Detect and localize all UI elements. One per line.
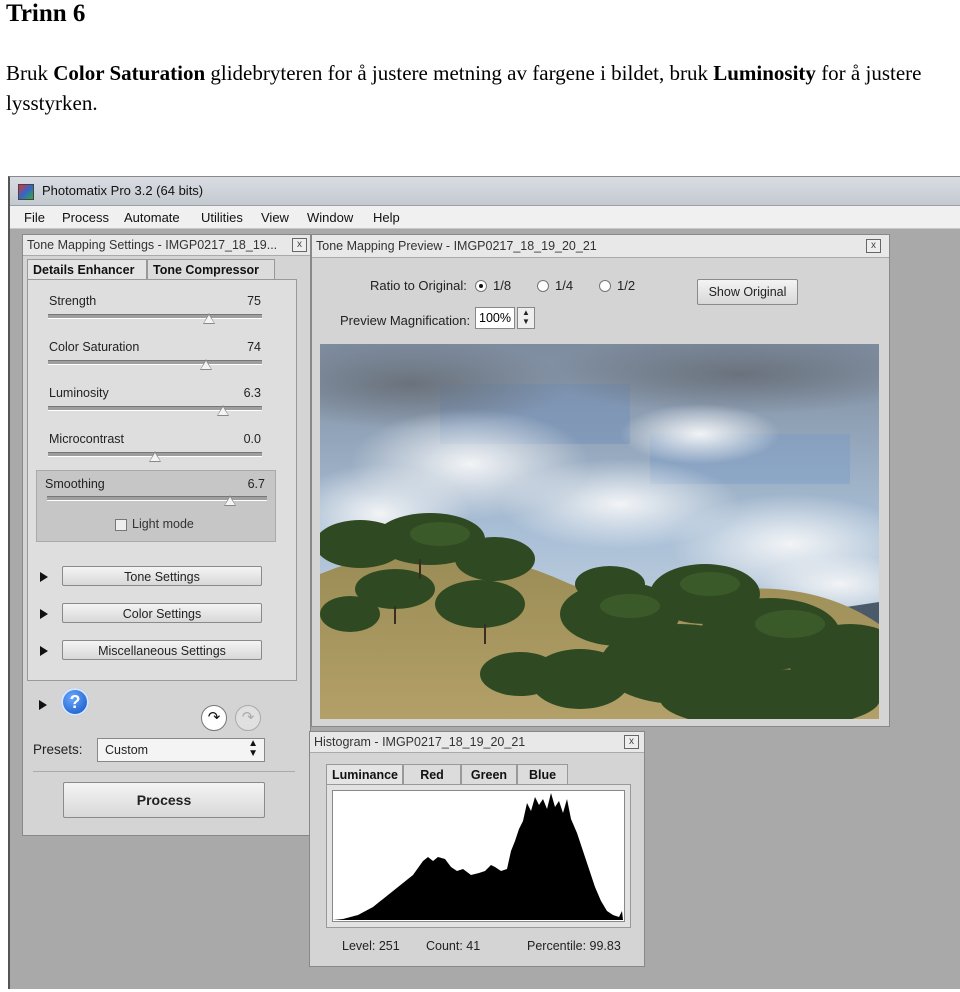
tab-luminance[interactable]: Luminance xyxy=(326,764,403,784)
expand-advanced-arrow-icon[interactable] xyxy=(39,700,47,710)
photomatix-window: Photomatix Pro 3.2 (64 bits) File Proces… xyxy=(8,176,960,989)
luminance-histogram xyxy=(332,790,625,922)
smoothing-value: 6.7 xyxy=(247,477,265,491)
presets-label: Presets: xyxy=(33,742,83,757)
menu-automate[interactable]: Automate xyxy=(124,210,180,225)
histogram-graph xyxy=(333,793,623,920)
smoothing-group: Smoothing 6.7 Light mode xyxy=(36,470,276,542)
smoothing-label: Smoothing xyxy=(45,477,105,491)
luminosity-value: 6.3 xyxy=(243,386,261,400)
undo-icon[interactable]: ↷ xyxy=(201,705,227,731)
details-enhancer-body: Strength 75 Color Saturation 74 Luminosi… xyxy=(27,279,297,681)
menu-process[interactable]: Process xyxy=(62,210,109,225)
strength-slider-thumb[interactable] xyxy=(202,313,215,324)
histogram-close-icon[interactable]: x xyxy=(624,735,639,749)
strength-label: Strength xyxy=(49,294,97,308)
histogram-panel: Histogram - IMGP0217_18_19_20_21 x Lumin… xyxy=(309,731,645,967)
smoothing-slider-thumb[interactable] xyxy=(223,495,236,506)
tab-tone-compressor[interactable]: Tone Compressor xyxy=(147,259,275,279)
redo-icon[interactable]: ↷ xyxy=(235,705,261,731)
histogram-count-readout: Count: 41 xyxy=(426,939,481,953)
magnification-value: 100% xyxy=(479,311,511,325)
color-saturation-value: 74 xyxy=(247,340,261,354)
expand-misc-settings-arrow-icon[interactable] xyxy=(40,646,48,656)
light-mode-label: Light mode xyxy=(132,517,194,531)
help-question-icon[interactable]: ? xyxy=(61,688,89,716)
preview-panel-title: Tone Mapping Preview - IMGP0217_18_19_20… xyxy=(316,239,597,253)
tab-green[interactable]: Green xyxy=(461,764,517,784)
preview-panel-titlebar[interactable]: Tone Mapping Preview - IMGP0217_18_19_20… xyxy=(312,235,889,258)
tone-mapped-preview-image xyxy=(320,344,879,719)
window-titlebar[interactable]: Photomatix Pro 3.2 (64 bits) xyxy=(10,177,960,206)
menu-file[interactable]: File xyxy=(24,210,45,225)
show-original-button[interactable]: Show Original xyxy=(697,279,798,305)
color-saturation-slider-track[interactable] xyxy=(48,360,262,365)
magnification-field[interactable]: 100% xyxy=(475,307,515,329)
ratio-1-8-radio[interactable] xyxy=(475,280,487,292)
ratio-1-4-radio[interactable] xyxy=(537,280,549,292)
menu-view[interactable]: View xyxy=(261,210,289,225)
color-saturation-label: Color Saturation xyxy=(49,340,140,354)
tab-red[interactable]: Red xyxy=(403,764,461,784)
tone-mapping-settings-panel: Tone Mapping Settings - IMGP0217_18_19..… xyxy=(22,234,311,836)
landscape-photo xyxy=(320,344,879,719)
settings-close-icon[interactable]: x xyxy=(292,238,307,252)
microcontrast-slider-thumb[interactable] xyxy=(149,451,161,462)
settings-panel-titlebar[interactable]: Tone Mapping Settings - IMGP0217_18_19..… xyxy=(23,235,310,256)
process-button[interactable]: Process xyxy=(63,782,265,818)
ratio-to-original-label: Ratio to Original: xyxy=(370,278,467,293)
histogram-panel-titlebar[interactable]: Histogram - IMGP0217_18_19_20_21 x xyxy=(310,732,644,753)
histogram-level-readout: Level: 251 xyxy=(342,939,400,953)
histogram-tab-body xyxy=(326,784,631,928)
menu-help[interactable]: Help xyxy=(373,210,400,225)
expand-tone-settings-arrow-icon[interactable] xyxy=(40,572,48,582)
menu-utilities[interactable]: Utilities xyxy=(201,210,243,225)
color-settings-button[interactable]: Color Settings xyxy=(62,603,262,623)
preview-magnification-label: Preview Magnification: xyxy=(340,313,471,328)
strength-value: 75 xyxy=(247,294,261,308)
presets-select[interactable]: Custom ▲ ▼ xyxy=(97,738,265,762)
ratio-1-2-radio[interactable] xyxy=(599,280,611,292)
tone-settings-button[interactable]: Tone Settings xyxy=(62,566,262,586)
tone-mapping-preview-panel: Tone Mapping Preview - IMGP0217_18_19_20… xyxy=(311,234,890,727)
ratio-1-2-label: 1/2 xyxy=(617,278,636,293)
menu-bar: File Process Automate Utilities View Win… xyxy=(10,206,960,229)
luminosity-term: Luminosity xyxy=(713,61,816,85)
microcontrast-value: 0.0 xyxy=(243,432,261,446)
preview-close-icon[interactable]: x xyxy=(866,239,881,253)
tab-blue[interactable]: Blue xyxy=(517,764,568,784)
instruction-paragraph: Bruk Color Saturation glidebryteren for … xyxy=(6,61,922,115)
settings-panel-title: Tone Mapping Settings - IMGP0217_18_19..… xyxy=(27,238,278,252)
color-saturation-slider-thumb[interactable] xyxy=(200,359,213,370)
magnification-stepper[interactable]: ▲ ▼ xyxy=(517,307,535,329)
light-mode-checkbox[interactable] xyxy=(115,519,127,531)
microcontrast-label: Microcontrast xyxy=(49,432,125,446)
color-saturation-term: Color Saturation xyxy=(53,61,206,85)
photomatix-logo-icon xyxy=(18,184,34,200)
luminosity-slider-thumb[interactable] xyxy=(217,405,230,416)
menu-window[interactable]: Window xyxy=(307,210,353,225)
presets-updown-icon: ▲ ▼ xyxy=(248,738,258,759)
presets-selected-value: Custom xyxy=(105,743,149,757)
histogram-percentile-readout: Percentile: 99.83 xyxy=(527,939,621,953)
tab-details-enhancer[interactable]: Details Enhancer xyxy=(27,259,147,279)
histogram-panel-title: Histogram - IMGP0217_18_19_20_21 xyxy=(314,735,526,749)
window-title: Photomatix Pro 3.2 (64 bits) xyxy=(42,183,204,198)
miscellaneous-settings-button[interactable]: Miscellaneous Settings xyxy=(62,640,262,660)
step-heading: Trinn 6 xyxy=(6,0,86,27)
presets-divider xyxy=(33,771,295,772)
luminosity-slider-track[interactable] xyxy=(48,406,262,411)
expand-color-settings-arrow-icon[interactable] xyxy=(40,609,48,619)
ratio-1-4-label: 1/4 xyxy=(555,278,574,293)
ratio-1-8-label: 1/8 xyxy=(493,278,512,293)
strength-slider-track[interactable] xyxy=(48,314,262,319)
luminosity-label: Luminosity xyxy=(49,386,109,400)
